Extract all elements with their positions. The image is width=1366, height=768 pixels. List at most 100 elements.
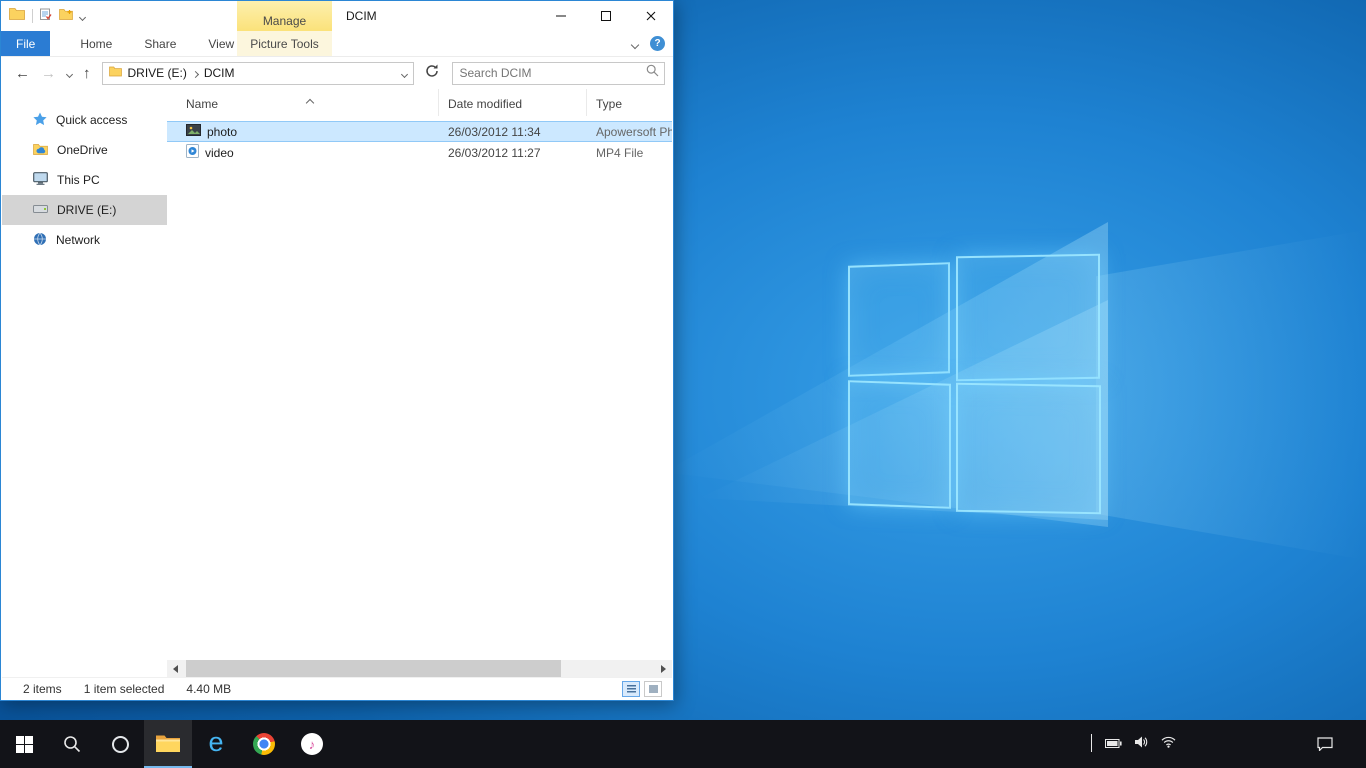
action-center-icon[interactable] [1317,737,1333,751]
ribbon-right-controls: ? [632,31,665,56]
search-box[interactable] [452,62,666,85]
file-name-cell: video [167,144,439,161]
search-input[interactable] [458,65,647,81]
breadcrumb-drive[interactable]: DRIVE (E:) [128,66,187,80]
file-explorer-icon [155,733,181,753]
start-button[interactable] [0,720,48,768]
sidebar-item-label: Quick access [56,113,127,127]
itunes-icon: ♪ [301,733,323,755]
details-view-button[interactable] [622,681,640,697]
file-name-cell: photo [167,124,439,139]
tab-share[interactable]: Share [128,31,192,56]
file-type-cell: Apowersoft Pho [587,125,672,139]
file-date-cell: 26/03/2012 11:34 [439,125,587,139]
folder-icon[interactable] [9,7,25,25]
expand-ribbon-icon[interactable] [632,37,638,51]
windows-logo-pane [848,262,950,377]
file-row-video[interactable]: video 26/03/2012 11:27 MP4 File [167,142,672,163]
forward-icon[interactable]: → [41,66,56,81]
column-header-name[interactable]: Name [167,89,439,116]
manage-label: Manage [263,14,306,28]
file-rows: photo 26/03/2012 11:34 Apowersoft Pho vi… [167,116,672,163]
itunes-button[interactable]: ♪ [288,720,336,768]
search-icon[interactable] [646,64,659,82]
network-icon [33,232,47,249]
sidebar-item-onedrive[interactable]: OneDrive [2,135,167,165]
windows-logo-pane [956,383,1101,515]
file-explorer-taskbar-button[interactable] [144,720,192,768]
refresh-icon[interactable] [425,64,439,83]
tab-home[interactable]: Home [64,31,128,56]
file-date-cell: 26/03/2012 11:27 [439,146,587,160]
drive-icon [33,203,48,217]
windows-logo-wallpaper [842,250,1100,516]
sidebar-item-network[interactable]: Network [2,225,167,255]
file-type-cell: MP4 File [587,146,672,160]
cortana-icon [112,736,129,753]
recent-locations-icon[interactable] [67,64,72,82]
windows-logo-pane [848,380,951,509]
sidebar-item-this-pc[interactable]: This PC [2,165,167,195]
up-icon[interactable]: ↑ [83,66,91,81]
sidebar-item-quick-access[interactable]: Quick access [2,105,167,135]
horizontal-scrollbar[interactable] [167,660,672,677]
this-pc-icon [33,172,48,188]
sort-ascending-icon [307,92,313,106]
speaker-icon[interactable] [1135,735,1148,753]
window-controls [538,1,673,31]
address-folder-icon [109,66,122,80]
taskbar-search-button[interactable] [48,720,96,768]
internet-explorer-icon: e [208,729,223,756]
minimize-icon [556,11,566,21]
sidebar-item-label: DRIVE (E:) [57,203,116,217]
minimize-button[interactable] [538,1,583,31]
chrome-icon [253,733,275,755]
scroll-right-icon[interactable] [655,660,672,677]
scroll-left-icon[interactable] [167,660,184,677]
taskbar: e ♪ [0,720,1366,768]
internet-explorer-button[interactable]: e [192,720,240,768]
video-file-icon [186,144,199,161]
onedrive-icon [33,143,48,158]
file-row-photo[interactable]: photo 26/03/2012 11:34 Apowersoft Pho [167,121,672,142]
maximize-button[interactable] [583,1,628,31]
customize-quick-access-toolbar-icon[interactable] [80,7,85,25]
breadcrumb-folder[interactable]: DCIM [204,66,235,80]
chrome-button[interactable] [240,720,288,768]
network-wifi-icon[interactable] [1161,735,1176,753]
properties-icon[interactable] [40,7,52,25]
view-toggle-buttons [622,681,672,697]
close-icon [646,11,656,21]
item-count: 2 items [23,682,62,696]
toolbar-separator [32,9,33,23]
address-dropdown-icon[interactable] [402,66,407,80]
close-button[interactable] [628,1,673,31]
column-header-type[interactable]: Type [587,89,672,116]
quick-access-toolbar [9,1,85,31]
sidebar-item-drive-e[interactable]: DRIVE (E:) [2,195,167,225]
address-bar[interactable]: DRIVE (E:) DCIM [102,62,414,85]
file-list-pane: Name Date modified Type photo 26/03/2012… [167,89,672,660]
selection-size: 4.40 MB [186,682,231,696]
photo-file-icon [186,124,201,139]
large-icons-view-button[interactable] [644,681,662,697]
help-icon[interactable]: ? [650,36,665,51]
file-name: video [205,146,234,160]
back-icon[interactable]: ← [15,66,30,81]
breadcrumb-separator-icon[interactable] [193,66,198,80]
battery-icon[interactable] [1105,735,1122,753]
details-view-icon [627,685,636,693]
window-title: DCIM [346,9,377,23]
tab-file[interactable]: File [1,31,50,56]
title-bar[interactable]: Manage DCIM [1,1,673,31]
new-folder-icon[interactable] [59,7,73,25]
cortana-button[interactable] [96,720,144,768]
column-header-date-modified[interactable]: Date modified [439,89,587,116]
selection-summary: 1 item selected [84,682,165,696]
sidebar-item-label: Network [56,233,100,247]
column-headers: Name Date modified Type [167,89,672,116]
scrollbar-thumb[interactable] [186,660,561,677]
large-icons-view-icon [649,685,658,693]
tab-picture-tools[interactable]: Picture Tools [237,31,332,56]
show-hidden-icons-chevron-icon[interactable] [1091,735,1092,753]
